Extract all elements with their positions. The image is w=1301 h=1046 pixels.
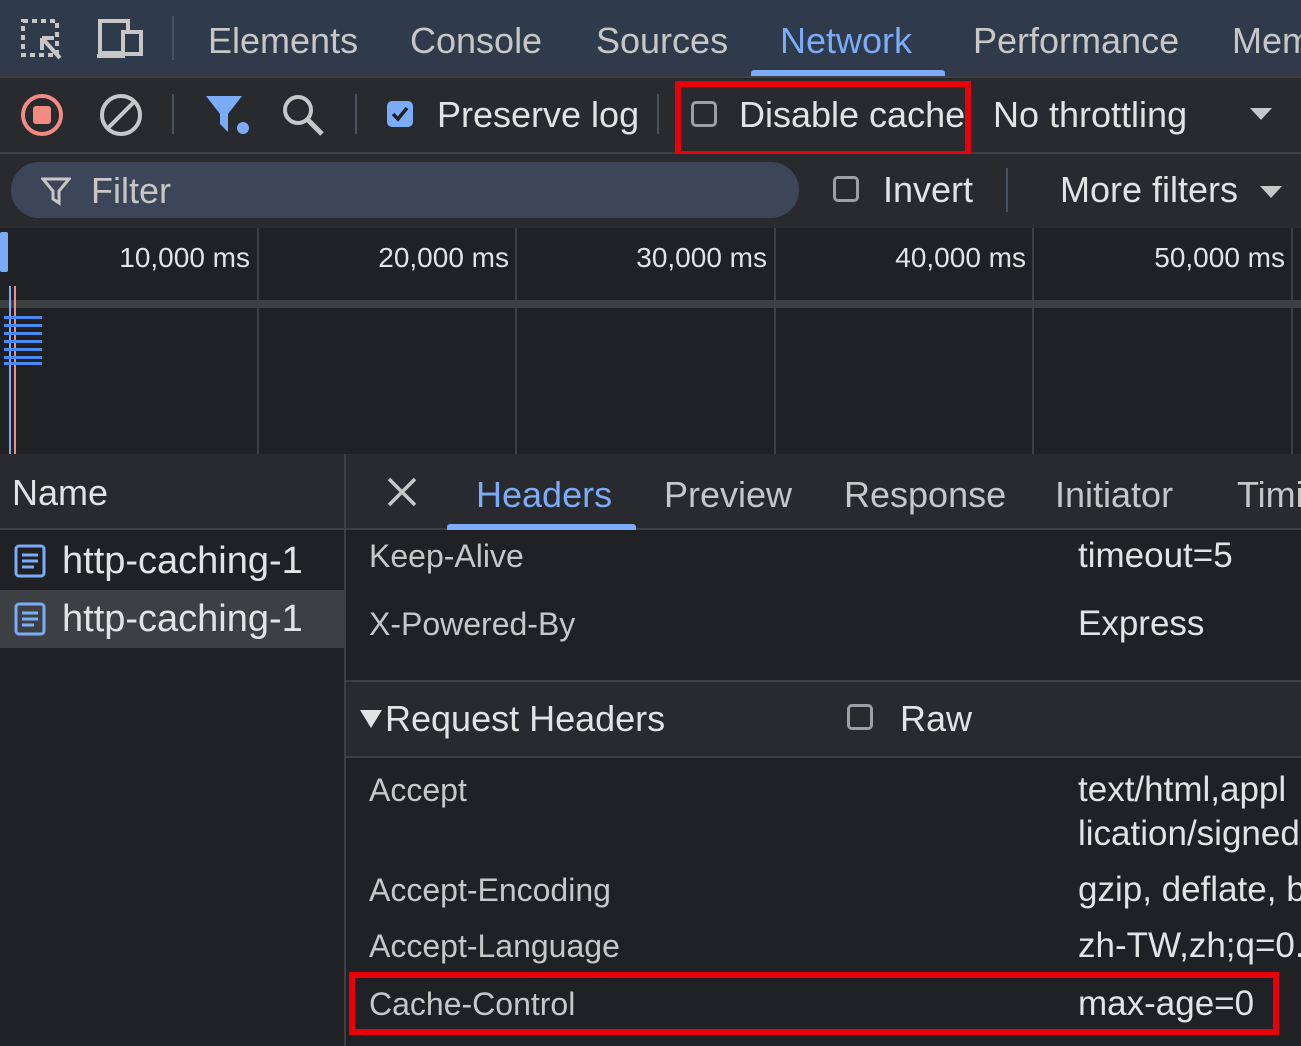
tab-memory[interactable]: Mem bbox=[1232, 20, 1301, 62]
request-list: Name http-caching-1 http-caching-1 bbox=[0, 454, 346, 1046]
name-header-label: Name bbox=[12, 472, 109, 513]
tab-sources[interactable]: Sources bbox=[596, 20, 728, 62]
grid-line bbox=[1032, 228, 1034, 454]
header-value: timeout=5 bbox=[1078, 536, 1233, 575]
request-headers-title: Request Headers bbox=[385, 698, 666, 739]
grid-line bbox=[774, 228, 776, 454]
request-name: http-caching-1 bbox=[62, 598, 303, 640]
triangle-down-icon bbox=[360, 710, 382, 733]
disable-cache-highlight bbox=[675, 81, 971, 157]
invert-checkbox[interactable] bbox=[833, 176, 859, 202]
throttling-select[interactable]: No throttling bbox=[993, 94, 1187, 136]
tab-network[interactable]: Network bbox=[780, 20, 912, 62]
network-overview-timeline[interactable]: 10,000 ms 20,000 ms 30,000 ms 40,000 ms … bbox=[0, 228, 1301, 454]
header-name: X-Powered-By bbox=[369, 606, 576, 642]
header-value: text/html,appl bbox=[1078, 770, 1287, 809]
preserve-log-checkbox[interactable] bbox=[387, 101, 413, 127]
tab-timing[interactable]: Timi bbox=[1237, 474, 1301, 516]
filter-toggle-icon[interactable] bbox=[204, 94, 252, 141]
throttling-dropdown-icon[interactable] bbox=[1250, 108, 1272, 127]
timeline-tick: 30,000 ms bbox=[636, 242, 767, 273]
active-tab-indicator bbox=[751, 70, 945, 76]
device-toolbar-icon[interactable] bbox=[97, 18, 145, 65]
header-name: Accept-Language bbox=[369, 928, 620, 964]
toolbar-separator bbox=[657, 94, 659, 134]
preserve-log-label: Preserve log bbox=[437, 94, 640, 135]
timeline-tick: 40,000 ms bbox=[895, 242, 1026, 273]
tab-console[interactable]: Console bbox=[410, 20, 542, 62]
search-icon[interactable] bbox=[280, 92, 326, 143]
request-headers-section-header[interactable]: Request Headers Raw bbox=[346, 680, 1301, 758]
stop-recording-icon[interactable] bbox=[19, 92, 65, 143]
request-row[interactable]: http-caching-1 bbox=[0, 532, 344, 590]
tabbar-separator bbox=[172, 16, 174, 60]
raw-checkbox[interactable] bbox=[847, 704, 873, 730]
timeline-selection-handle[interactable] bbox=[0, 232, 8, 272]
header-value: gzip, deflate, b bbox=[1078, 870, 1301, 909]
inspect-element-icon[interactable] bbox=[20, 18, 64, 65]
filter-placeholder: Filter bbox=[91, 170, 171, 211]
grid-line bbox=[515, 228, 517, 454]
header-name: Accept-Encoding bbox=[369, 872, 611, 908]
header-value: Express bbox=[1078, 604, 1205, 643]
devtools-tab-bar: Elements Console Sources Network Perform… bbox=[0, 0, 1301, 78]
more-filters-dropdown-icon[interactable] bbox=[1260, 186, 1282, 205]
close-icon[interactable] bbox=[386, 476, 418, 513]
request-row-selected[interactable]: http-caching-1 bbox=[0, 590, 344, 648]
filter-separator bbox=[1006, 168, 1008, 212]
timeline-tick: 10,000 ms bbox=[119, 242, 250, 273]
timeline-tick: 50,000 ms bbox=[1154, 242, 1285, 273]
filter-input[interactable]: Filter bbox=[11, 162, 799, 218]
tab-response[interactable]: Response bbox=[844, 474, 1006, 516]
grid-line bbox=[257, 228, 259, 454]
timeline-divider bbox=[0, 300, 1301, 308]
header-value: zh-TW,zh;q=0. bbox=[1078, 926, 1301, 965]
toolbar-separator bbox=[172, 94, 174, 134]
tab-preview[interactable]: Preview bbox=[664, 474, 792, 516]
details-tab-bar: Headers Preview Response Initiator Timi bbox=[346, 454, 1301, 530]
funnel-icon bbox=[39, 176, 73, 211]
dom-content-loaded-marker bbox=[9, 286, 11, 454]
more-filters-button[interactable]: More filters bbox=[1060, 169, 1238, 211]
network-toolbar: Preserve log Disable cache No throttling bbox=[0, 78, 1301, 157]
header-name: Keep-Alive bbox=[369, 538, 524, 574]
request-bars bbox=[4, 316, 42, 365]
tab-performance[interactable]: Performance bbox=[973, 20, 1179, 62]
tab-headers[interactable]: Headers bbox=[476, 474, 612, 516]
cache-control-highlight bbox=[349, 972, 1279, 1035]
tab-elements[interactable]: Elements bbox=[208, 20, 358, 62]
name-column-header[interactable]: Name bbox=[0, 454, 344, 530]
header-name: Accept bbox=[369, 772, 467, 808]
invert-label: Invert bbox=[883, 169, 974, 210]
clear-log-icon[interactable] bbox=[98, 92, 144, 143]
load-event-marker bbox=[14, 286, 16, 454]
toolbar-separator bbox=[355, 94, 357, 134]
document-icon bbox=[14, 602, 46, 641]
request-name: http-caching-1 bbox=[62, 540, 303, 582]
grid-line bbox=[1291, 228, 1293, 454]
raw-label: Raw bbox=[900, 698, 973, 739]
filter-bar: Filter Invert More filters bbox=[0, 154, 1301, 230]
header-value-continued: lication/signed bbox=[1078, 814, 1300, 853]
timeline-tick: 20,000 ms bbox=[378, 242, 509, 273]
request-details: Headers Preview Response Initiator Timi … bbox=[346, 454, 1301, 1046]
tab-initiator[interactable]: Initiator bbox=[1055, 474, 1173, 516]
active-detail-tab-indicator bbox=[447, 524, 636, 530]
document-icon bbox=[14, 544, 46, 583]
